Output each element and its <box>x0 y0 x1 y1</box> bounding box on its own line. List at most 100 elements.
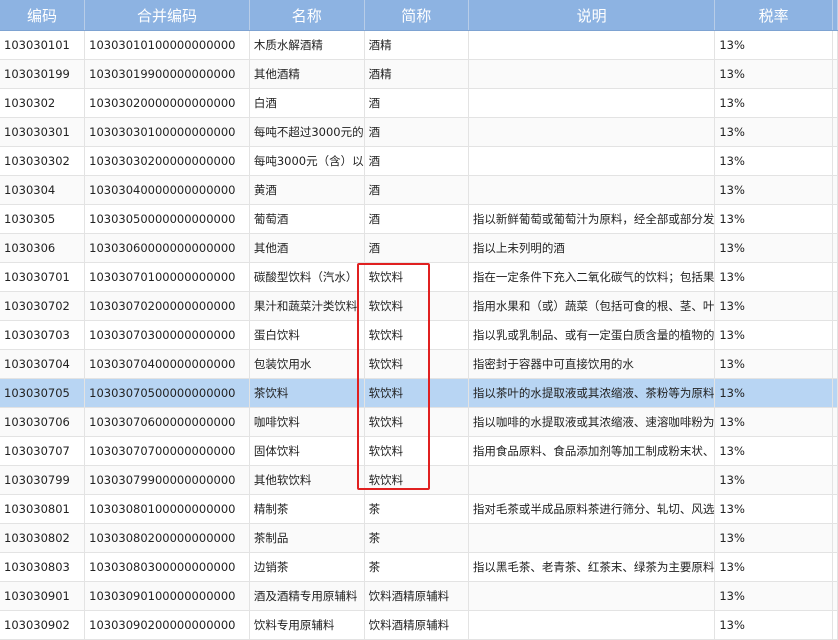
column-header-short-name[interactable]: 简称 <box>364 0 469 31</box>
cell-name[interactable]: 包装饮用水 <box>249 349 365 379</box>
cell-name[interactable]: 饮料专用原辅料 <box>249 610 365 640</box>
cell-description[interactable] <box>468 117 716 147</box>
cell-short-name[interactable]: 软饮料 <box>364 436 469 466</box>
cell-name[interactable]: 碳酸型饮料（汽水） <box>249 262 365 292</box>
cell-tax-rate[interactable]: 13% <box>714 465 833 495</box>
cell-short-name[interactable]: 酒 <box>364 117 469 147</box>
cell-description[interactable] <box>468 581 716 611</box>
cell-short-name[interactable]: 茶 <box>364 494 469 524</box>
column-header-code[interactable]: 编码 <box>0 0 86 31</box>
table-row[interactable]: 103030701 10303070100000000000 碳酸型饮料（汽水） 软饮… <box>0 262 838 292</box>
cell-short-name[interactable]: 软饮料 <box>364 262 469 292</box>
cell-code[interactable]: 103030701 <box>0 262 86 292</box>
cell-merged-code[interactable]: 10303030200000000000 <box>84 146 250 176</box>
cell-code[interactable]: 103030802 <box>0 523 86 553</box>
table-row[interactable]: 1030302 10303020000000000000 白酒酒 13% <box>0 88 838 118</box>
cell-short-name[interactable]: 茶 <box>364 552 469 582</box>
cell-description[interactable]: 指用水果和（或）蔬菜（包括可食的根、茎、叶 <box>468 291 716 321</box>
cell-code[interactable]: 103030302 <box>0 146 86 176</box>
table-row[interactable]: 103030302 10303030200000000000 每吨3000元（含）以… <box>0 146 838 176</box>
cell-description[interactable] <box>468 523 716 553</box>
cell-name[interactable]: 黄酒 <box>249 175 365 205</box>
cell-short-name[interactable]: 软饮料 <box>364 291 469 321</box>
cell-merged-code[interactable]: 10303070500000000000 <box>84 378 250 408</box>
cell-description[interactable] <box>468 88 716 118</box>
cell-merged-code[interactable]: 10303040000000000000 <box>84 175 250 205</box>
cell-description[interactable]: 指以茶叶的水提取液或其浓缩液、茶粉等为原料 <box>468 378 716 408</box>
cell-name[interactable]: 酒及酒精专用原辅料 <box>249 581 365 611</box>
table-row[interactable]: 1030306 10303060000000000000 其他酒酒指以上未列明的酒 1… <box>0 233 838 263</box>
cell-name[interactable]: 茶饮料 <box>249 378 365 408</box>
cell-tax-rate[interactable]: 13% <box>714 88 833 118</box>
cell-short-name[interactable]: 酒 <box>364 233 469 263</box>
cell-code[interactable]: 103030799 <box>0 465 86 495</box>
cell-tax-rate[interactable]: 13% <box>714 610 833 640</box>
cell-description[interactable] <box>468 465 716 495</box>
cell-tax-rate[interactable]: 13% <box>714 175 833 205</box>
cell-short-name[interactable]: 酒 <box>364 88 469 118</box>
cell-description[interactable]: 指以新鲜葡萄或葡萄汁为原料，经全部或部分发 <box>468 204 716 234</box>
cell-tax-rate[interactable]: 13% <box>714 552 833 582</box>
cell-merged-code[interactable]: 10303070200000000000 <box>84 291 250 321</box>
cell-code[interactable]: 103030902 <box>0 610 86 640</box>
table-row[interactable]: 103030199 10303019900000000000 其他酒精 酒精 13% <box>0 59 838 89</box>
cell-name[interactable]: 茶制品 <box>249 523 365 553</box>
cell-merged-code[interactable]: 10303080300000000000 <box>84 552 250 582</box>
cell-merged-code[interactable]: 10303079900000000000 <box>84 465 250 495</box>
cell-merged-code[interactable]: 10303070300000000000 <box>84 320 250 350</box>
cell-name[interactable]: 固体饮料 <box>249 436 365 466</box>
cell-code[interactable]: 1030304 <box>0 175 86 205</box>
cell-short-name[interactable]: 饮料酒精原辅料 <box>364 610 469 640</box>
cell-short-name[interactable]: 饮料酒精原辅料 <box>364 581 469 611</box>
cell-merged-code[interactable]: 10303060000000000000 <box>84 233 250 263</box>
cell-short-name[interactable]: 软饮料 <box>364 378 469 408</box>
cell-merged-code[interactable]: 10303070100000000000 <box>84 262 250 292</box>
cell-code[interactable]: 103030704 <box>0 349 86 379</box>
cell-name[interactable]: 精制茶 <box>249 494 365 524</box>
cell-code[interactable]: 1030306 <box>0 233 86 263</box>
cell-name[interactable]: 蛋白饮料 <box>249 320 365 350</box>
cell-merged-code[interactable]: 10303090200000000000 <box>84 610 250 640</box>
cell-tax-rate[interactable]: 13% <box>714 436 833 466</box>
cell-tax-rate[interactable]: 13% <box>714 378 833 408</box>
table-row[interactable]: 103030799 10303079900000000000 其他软饮料 软饮料 13% <box>0 465 838 495</box>
table-row[interactable]: 103030801 10303080100000000000 精制茶茶指对毛茶或半成… <box>0 494 838 524</box>
cell-description[interactable]: 指以咖啡的水提取液或其浓缩液、速溶咖啡粉为 <box>468 407 716 437</box>
cell-code[interactable]: 103030101 <box>0 30 86 60</box>
cell-merged-code[interactable]: 10303019900000000000 <box>84 59 250 89</box>
table-row[interactable]: 103030301 10303030100000000000 每吨不超过3000元的… <box>0 117 838 147</box>
cell-name[interactable]: 其他酒 <box>249 233 365 263</box>
cell-description[interactable]: 指在一定条件下充入二氧化碳气的饮料；包括果 <box>468 262 716 292</box>
cell-description[interactable]: 指以上未列明的酒 <box>468 233 716 263</box>
cell-merged-code[interactable]: 10303070400000000000 <box>84 349 250 379</box>
table-row[interactable]: 103030803 10303080300000000000 边销茶茶指以黑毛茶、老… <box>0 552 838 582</box>
cell-short-name[interactable]: 软饮料 <box>364 320 469 350</box>
cell-short-name[interactable]: 酒精 <box>364 59 469 89</box>
cell-code[interactable]: 1030305 <box>0 204 86 234</box>
table-row[interactable]: 1030304 10303040000000000000 黄酒酒 13% <box>0 175 838 205</box>
cell-description[interactable] <box>468 30 716 60</box>
cell-description[interactable] <box>468 59 716 89</box>
column-header-tax-rate[interactable]: 税率 <box>714 0 833 31</box>
cell-short-name[interactable]: 酒精 <box>364 30 469 60</box>
table-row[interactable]: 103030707 10303070700000000000 固体饮料 软饮料 指用食品… <box>0 436 838 466</box>
cell-code[interactable]: 103030803 <box>0 552 86 582</box>
cell-tax-rate[interactable]: 13% <box>714 146 833 176</box>
cell-code[interactable]: 103030702 <box>0 291 86 321</box>
table-row[interactable]: 103030703 10303070300000000000 蛋白饮料 软饮料 指以乳或… <box>0 320 838 350</box>
cell-description[interactable] <box>468 610 716 640</box>
table-row[interactable]: 103030705 10303070500000000000 茶饮料 软饮料 指以茶叶的… <box>0 378 838 408</box>
cell-tax-rate[interactable]: 13% <box>714 407 833 437</box>
cell-name[interactable]: 白酒 <box>249 88 365 118</box>
cell-description[interactable]: 指密封于容器中可直接饮用的水 <box>468 349 716 379</box>
cell-code[interactable]: 103030705 <box>0 378 86 408</box>
table-row[interactable]: 103030802 10303080200000000000 茶制品茶 13% <box>0 523 838 553</box>
table-row[interactable]: 103030901 10303090100000000000 酒及酒精专用原辅料 饮料… <box>0 581 838 611</box>
cell-short-name[interactable]: 酒 <box>364 175 469 205</box>
cell-tax-rate[interactable]: 13% <box>714 320 833 350</box>
table-row[interactable]: 103030702 10303070200000000000 果汁和蔬菜汁类饮料 软饮… <box>0 291 838 321</box>
cell-code[interactable]: 103030801 <box>0 494 86 524</box>
cell-description[interactable]: 指以乳或乳制品、或有一定蛋白质含量的植物的 <box>468 320 716 350</box>
cell-merged-code[interactable]: 10303090100000000000 <box>84 581 250 611</box>
cell-merged-code[interactable]: 10303030100000000000 <box>84 117 250 147</box>
